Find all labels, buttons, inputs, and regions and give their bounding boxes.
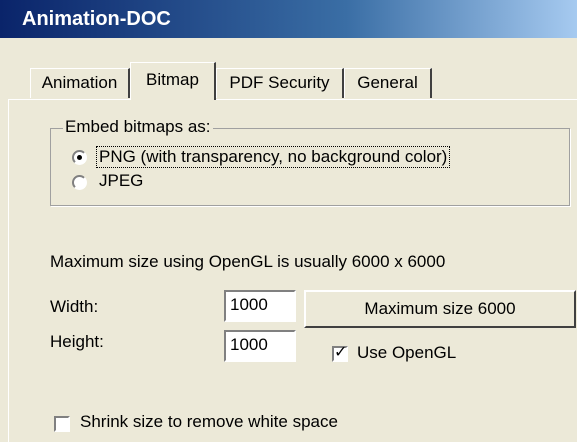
use-opengl-checkbox[interactable]: ✓ bbox=[332, 344, 348, 362]
window-title: Animation-DOC bbox=[22, 8, 171, 30]
tab-animation[interactable]: Animation bbox=[30, 68, 130, 98]
window-title-bar: Animation-DOC bbox=[0, 0, 577, 38]
tab-pdf-security[interactable]: PDF Security bbox=[216, 68, 344, 98]
width-label: Width: bbox=[50, 297, 99, 316]
opengl-info-text: Maximum size using OpenGL is usually 600… bbox=[50, 252, 446, 271]
use-opengl-label[interactable]: Use OpenGL bbox=[357, 343, 456, 363]
height-input[interactable]: 1000 bbox=[224, 330, 296, 362]
tab-strip: Animation Bitmap PDF Security General bbox=[0, 62, 577, 100]
height-label: Height: bbox=[50, 332, 104, 351]
tab-bitmap[interactable]: Bitmap bbox=[130, 62, 216, 100]
jpeg-option-label[interactable]: JPEG bbox=[99, 171, 143, 191]
jpeg-radio[interactable] bbox=[72, 175, 87, 190]
checkmark-icon: ✓ bbox=[334, 344, 348, 361]
width-input[interactable]: 1000 bbox=[224, 290, 296, 322]
png-option-label[interactable]: PNG (with transparency, no background co… bbox=[96, 146, 451, 168]
shrink-label[interactable]: Shrink size to remove white space bbox=[80, 412, 338, 432]
radio-selected-dot bbox=[77, 155, 82, 160]
maximum-size-button[interactable]: Maximum size 6000 bbox=[304, 290, 576, 328]
tab-general[interactable]: General bbox=[344, 68, 432, 98]
png-radio[interactable] bbox=[72, 150, 87, 165]
embed-bitmaps-legend: Embed bitmaps as: bbox=[63, 117, 213, 137]
shrink-checkbox[interactable] bbox=[54, 416, 70, 432]
